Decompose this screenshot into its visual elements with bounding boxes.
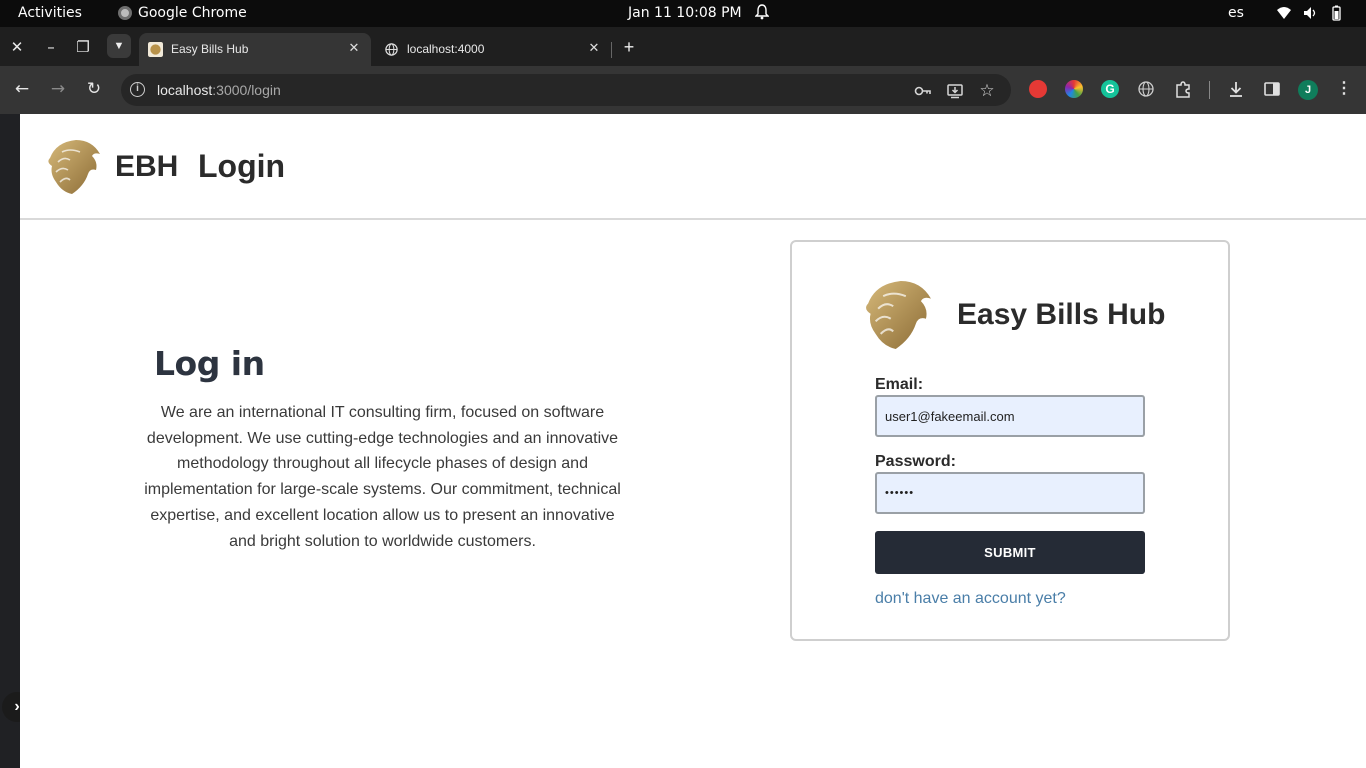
- tab-title: localhost:4000: [407, 42, 485, 56]
- url-text[interactable]: localhost:3000/login: [157, 82, 281, 98]
- new-tab-icon[interactable]: +: [619, 37, 639, 57]
- email-field[interactable]: [875, 395, 1145, 437]
- color-picker-extension-icon[interactable]: [1065, 80, 1083, 98]
- tab-separator: [611, 42, 612, 58]
- puzzle-extension-icon[interactable]: [1173, 79, 1193, 99]
- lion-logo-icon[interactable]: [42, 136, 104, 198]
- grammarly-extension-icon[interactable]: G: [1101, 80, 1119, 98]
- side-rail: [0, 114, 20, 768]
- key-icon[interactable]: [914, 82, 932, 100]
- download-icon[interactable]: [1226, 79, 1246, 99]
- page-content: EBH Login Log in We are an international…: [20, 114, 1366, 768]
- back-icon[interactable]: ←: [11, 78, 33, 100]
- intro-text: We are an international IT consulting fi…: [144, 404, 621, 550]
- menu-icon[interactable]: ⋮: [1334, 79, 1354, 99]
- volume-icon: [1304, 7, 1316, 19]
- signup-link[interactable]: don't have an account yet?: [875, 590, 1066, 608]
- intro-title: Log in: [154, 344, 265, 383]
- globe-extension-icon[interactable]: [1137, 80, 1155, 98]
- app-menu[interactable]: Google Chrome: [118, 5, 247, 21]
- address-bar[interactable]: i localhost:3000/login ☆: [121, 74, 1011, 106]
- window-restore-icon[interactable]: ❐: [73, 37, 93, 57]
- password-label: Password:: [875, 453, 956, 470]
- tab-easy-bills-hub[interactable]: Easy Bills Hub ✕: [139, 33, 371, 66]
- brand-name: EBH: [115, 150, 179, 183]
- toolbar-separator: [1209, 81, 1210, 99]
- os-top-bar: Activities Google Chrome Jan 11 10:08 PM…: [0, 0, 1366, 27]
- system-tray[interactable]: [1276, 5, 1344, 21]
- submit-button[interactable]: SUBMIT: [875, 531, 1145, 574]
- tab-close-icon[interactable]: ✕: [345, 39, 363, 57]
- reload-icon[interactable]: ↻: [83, 78, 105, 100]
- tab-strip: ✕ – ❐ ▼ Easy Bills Hub ✕ localhost:4000 …: [0, 27, 1366, 66]
- tab-search-dropdown-icon[interactable]: ▼: [107, 34, 131, 58]
- password-field[interactable]: [875, 472, 1145, 514]
- tab-close-icon[interactable]: ✕: [585, 39, 603, 57]
- site-header: EBH Login: [20, 114, 1366, 220]
- keyboard-language[interactable]: es: [1228, 5, 1244, 21]
- profile-avatar[interactable]: J: [1298, 80, 1318, 100]
- page-title: Login: [198, 148, 286, 184]
- app-name: Google Chrome: [138, 5, 247, 21]
- site-info-icon[interactable]: i: [130, 82, 145, 97]
- clock[interactable]: Jan 11 10:08 PM: [628, 5, 742, 21]
- activities-button[interactable]: Activities: [18, 5, 82, 21]
- lion-logo-icon: [866, 281, 931, 349]
- lion-favicon-icon: [148, 42, 163, 57]
- globe-icon: [385, 43, 398, 56]
- card-title: Easy Bills Hub: [957, 298, 1166, 331]
- browser-toolbar: ← → ↻ i localhost:3000/login ☆ G J ⋮: [0, 66, 1366, 114]
- wifi-icon: [1277, 7, 1291, 19]
- notification-bell-icon: [755, 4, 769, 20]
- email-label: Email:: [875, 376, 924, 393]
- chrome-icon: [118, 6, 132, 20]
- tab-title: Easy Bills Hub: [171, 42, 249, 56]
- login-card: Easy Bills Hub Email: Password: SUBMIT d…: [790, 240, 1230, 641]
- window-close-icon[interactable]: ✕: [7, 37, 27, 57]
- tab-localhost-4000[interactable]: localhost:4000 ✕: [375, 33, 611, 66]
- battery-icon: [1332, 5, 1341, 21]
- side-panel-icon[interactable]: [1262, 79, 1282, 99]
- adblock-extension-icon[interactable]: [1029, 80, 1047, 98]
- star-icon[interactable]: ☆: [978, 82, 996, 100]
- install-icon[interactable]: [946, 82, 964, 100]
- window-minimize-icon[interactable]: –: [41, 37, 61, 57]
- forward-icon[interactable]: →: [47, 78, 69, 100]
